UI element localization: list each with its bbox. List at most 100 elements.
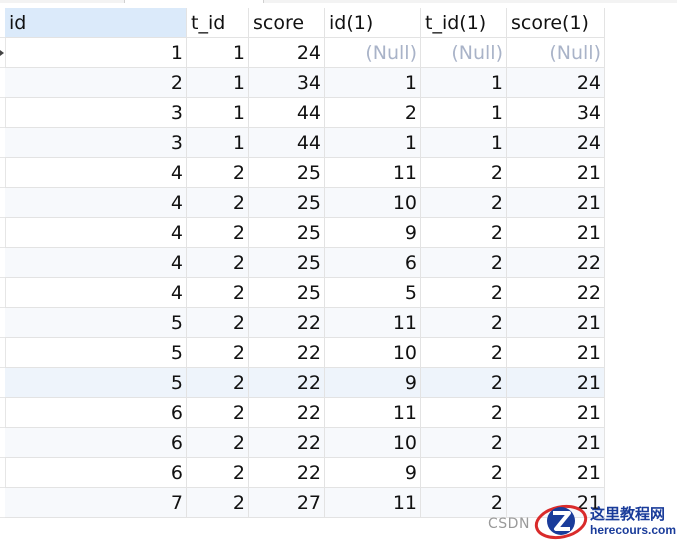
table-cell[interactable]: 1 xyxy=(325,128,421,158)
table-cell[interactable]: 2 xyxy=(421,308,507,338)
table-cell[interactable]: 25 xyxy=(249,218,325,248)
table-cell[interactable]: 5 xyxy=(5,338,187,368)
table-cell[interactable]: 7 xyxy=(5,488,187,518)
table-cell[interactable]: 22 xyxy=(249,368,325,398)
table-cell[interactable]: 25 xyxy=(249,278,325,308)
table-cell[interactable]: 27 xyxy=(249,488,325,518)
table-cell[interactable]: 4 xyxy=(5,278,187,308)
table-cell[interactable]: 22 xyxy=(249,308,325,338)
table-cell[interactable]: 10 xyxy=(325,188,421,218)
table-cell[interactable]: 2 xyxy=(187,398,249,428)
table-cell[interactable]: 44 xyxy=(249,98,325,128)
table-cell[interactable]: 11 xyxy=(325,308,421,338)
table-cell[interactable]: 21 xyxy=(507,158,605,188)
table-cell[interactable]: 1 xyxy=(187,128,249,158)
table-cell[interactable]: 2 xyxy=(421,458,507,488)
table-cell[interactable]: 2 xyxy=(421,398,507,428)
table-cell[interactable]: 2 xyxy=(187,338,249,368)
table-cell[interactable]: 9 xyxy=(325,458,421,488)
table-cell[interactable]: 2 xyxy=(421,428,507,458)
table-cell[interactable]: 6 xyxy=(5,428,187,458)
table-cell[interactable]: 9 xyxy=(325,218,421,248)
table-cell[interactable]: 9 xyxy=(325,368,421,398)
table-cell[interactable]: 2 xyxy=(421,488,507,518)
table-cell[interactable]: (Null) xyxy=(507,38,605,68)
column-header-score[interactable]: score xyxy=(249,8,325,38)
table-cell[interactable]: 5 xyxy=(5,368,187,398)
table-cell[interactable]: 10 xyxy=(325,428,421,458)
table-cell[interactable]: 1 xyxy=(187,38,249,68)
table-cell[interactable]: 22 xyxy=(249,428,325,458)
table-cell[interactable]: 2 xyxy=(421,188,507,218)
table-cell[interactable]: 6 xyxy=(5,398,187,428)
column-header-id[interactable]: id xyxy=(5,8,187,38)
table-cell[interactable]: 2 xyxy=(421,368,507,398)
table-cell[interactable]: 1 xyxy=(187,98,249,128)
table-cell[interactable]: 3 xyxy=(5,98,187,128)
table-cell[interactable]: 2 xyxy=(187,158,249,188)
table-cell[interactable]: 21 xyxy=(507,218,605,248)
table-cell[interactable]: 34 xyxy=(507,98,605,128)
table-cell[interactable]: 21 xyxy=(507,338,605,368)
table-cell[interactable]: 21 xyxy=(507,308,605,338)
table-cell[interactable]: 2 xyxy=(421,248,507,278)
table-cell[interactable]: 5 xyxy=(5,308,187,338)
table-cell[interactable]: 24 xyxy=(249,38,325,68)
table-cell[interactable]: 24 xyxy=(507,68,605,98)
column-header-t-id[interactable]: t_id xyxy=(187,8,249,38)
table-cell[interactable]: 5 xyxy=(325,278,421,308)
table-cell[interactable]: 2 xyxy=(421,338,507,368)
table-cell[interactable]: 22 xyxy=(249,338,325,368)
table-cell[interactable]: 4 xyxy=(5,248,187,278)
table-cell[interactable]: 25 xyxy=(249,158,325,188)
table-cell[interactable]: 2 xyxy=(421,278,507,308)
table-cell[interactable]: 2 xyxy=(187,248,249,278)
table-cell[interactable]: 21 xyxy=(507,188,605,218)
table-cell[interactable]: 2 xyxy=(187,368,249,398)
table-cell[interactable]: 6 xyxy=(325,248,421,278)
table-cell[interactable]: 34 xyxy=(249,68,325,98)
table-cell[interactable]: 2 xyxy=(421,158,507,188)
table-cell[interactable]: 21 xyxy=(507,398,605,428)
table-cell[interactable]: 21 xyxy=(507,428,605,458)
table-cell[interactable]: 21 xyxy=(507,458,605,488)
table-cell[interactable]: 22 xyxy=(507,248,605,278)
table-cell[interactable]: 2 xyxy=(187,308,249,338)
table-cell[interactable]: 21 xyxy=(507,368,605,398)
table-cell[interactable]: 22 xyxy=(507,278,605,308)
table-cell[interactable]: 2 xyxy=(187,488,249,518)
column-header-score1-1[interactable]: score(1) xyxy=(507,8,605,38)
table-cell[interactable]: 6 xyxy=(5,458,187,488)
table-cell[interactable]: 22 xyxy=(249,458,325,488)
table-cell[interactable]: 2 xyxy=(187,428,249,458)
table-cell[interactable]: 1 xyxy=(187,68,249,98)
table-cell[interactable]: 4 xyxy=(5,158,187,188)
table-cell[interactable]: 4 xyxy=(5,188,187,218)
column-header-t-id1-1[interactable]: t_id(1) xyxy=(421,8,507,38)
result-tab[interactable] xyxy=(124,0,264,3)
table-cell[interactable]: 2 xyxy=(325,98,421,128)
table-cell[interactable]: 11 xyxy=(325,398,421,428)
table-cell[interactable]: 4 xyxy=(5,218,187,248)
table-cell[interactable]: 25 xyxy=(249,248,325,278)
table-cell[interactable]: 3 xyxy=(5,128,187,158)
table-cell[interactable]: 2 xyxy=(5,68,187,98)
table-cell[interactable]: 1 xyxy=(421,128,507,158)
table-cell[interactable]: 1 xyxy=(5,38,187,68)
table-cell[interactable]: 11 xyxy=(325,488,421,518)
table-cell[interactable]: 25 xyxy=(249,188,325,218)
table-cell[interactable]: 1 xyxy=(421,68,507,98)
table-cell[interactable]: 2 xyxy=(187,218,249,248)
table-cell[interactable]: 2 xyxy=(187,188,249,218)
table-cell[interactable]: 22 xyxy=(249,398,325,428)
table-cell[interactable]: 24 xyxy=(507,128,605,158)
table-cell[interactable]: 11 xyxy=(325,158,421,188)
table-cell[interactable]: (Null) xyxy=(421,38,507,68)
table-cell[interactable]: 2 xyxy=(187,458,249,488)
table-cell[interactable]: (Null) xyxy=(325,38,421,68)
table-cell[interactable]: 1 xyxy=(421,98,507,128)
column-header-id1-1[interactable]: id(1) xyxy=(325,8,421,38)
table-cell[interactable]: 10 xyxy=(325,338,421,368)
table-cell[interactable]: 2 xyxy=(187,278,249,308)
table-cell[interactable]: 1 xyxy=(325,68,421,98)
